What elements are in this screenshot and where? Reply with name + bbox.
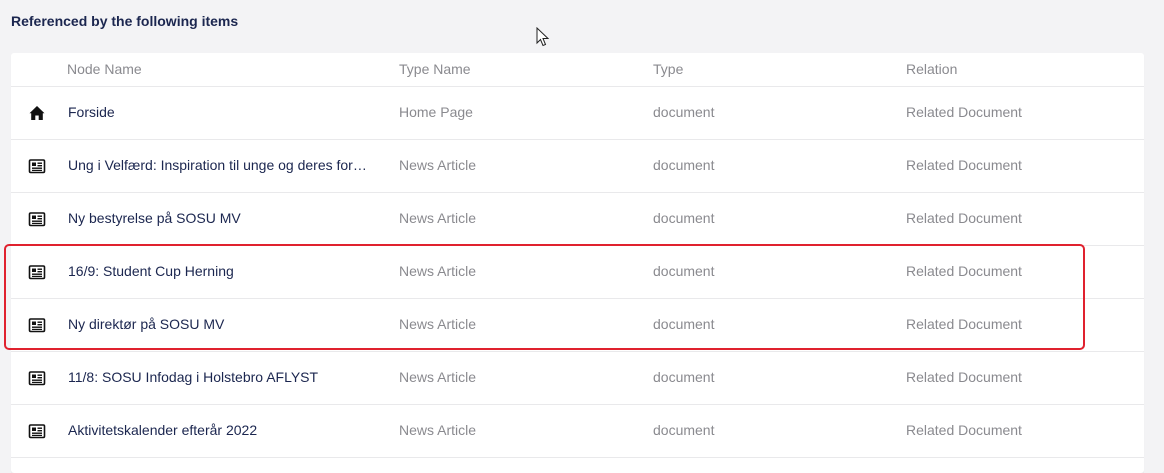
- type-name-cell: News Article: [399, 210, 477, 226]
- section-title: Referenced by the following items: [11, 13, 239, 29]
- node-name-cell[interactable]: Ny direktør på SOSU MV: [68, 316, 224, 332]
- type-name-cell: News Article: [399, 157, 477, 173]
- type-cell: document: [653, 157, 715, 173]
- references-table: Node Name Type Name Type Relation Forsid…: [11, 53, 1144, 473]
- column-header-node-name[interactable]: Node Name: [67, 61, 142, 77]
- table-row[interactable]: 16/9: Student Cup Herning News Article doc…: [11, 246, 1144, 299]
- table-row[interactable]: Ny direktør på SOSU MV News Article docume…: [11, 299, 1144, 352]
- node-name-cell[interactable]: 16/9: Student Cup Herning: [68, 263, 234, 279]
- type-name-cell: News Article: [399, 422, 477, 438]
- type-cell: document: [653, 316, 715, 332]
- mouse-cursor-icon: [536, 27, 550, 47]
- column-header-relation[interactable]: Relation: [906, 61, 957, 77]
- node-name-cell[interactable]: Forside: [68, 104, 115, 120]
- relation-cell: Related Document: [906, 369, 1022, 385]
- newspaper-icon: [28, 422, 46, 440]
- type-cell: document: [653, 263, 715, 279]
- table-header: Node Name Type Name Type Relation: [11, 53, 1144, 87]
- type-name-cell: News Article: [399, 263, 477, 279]
- column-header-type-name[interactable]: Type Name: [399, 61, 471, 77]
- table-row[interactable]: 11/8: SOSU Infodag i Holstebro AFLYST New…: [11, 352, 1144, 405]
- node-name-cell[interactable]: 11/8: SOSU Infodag i Holstebro AFLYST: [68, 369, 318, 385]
- type-cell: document: [653, 369, 715, 385]
- node-name-cell[interactable]: Ung i Velfærd: Inspiration til unge og d…: [68, 157, 367, 173]
- relation-cell: Related Document: [906, 210, 1022, 226]
- table-row[interactable]: Ung i Velfærd: Inspiration til unge og d…: [11, 140, 1144, 193]
- column-header-type[interactable]: Type: [653, 61, 683, 77]
- newspaper-icon: [28, 263, 46, 281]
- type-name-cell: News Article: [399, 316, 477, 332]
- type-name-cell: News Article: [399, 369, 477, 385]
- relation-cell: Related Document: [906, 422, 1022, 438]
- table-row[interactable]: Aktivitetskalender efterår 2022 News Arti…: [11, 405, 1144, 458]
- table-row[interactable]: Forside Home Page document Related Document: [11, 87, 1144, 140]
- type-cell: document: [653, 422, 715, 438]
- type-cell: document: [653, 104, 715, 120]
- table-row[interactable]: Ny bestyrelse på SOSU MV News Article docu…: [11, 193, 1144, 246]
- newspaper-icon: [28, 316, 46, 334]
- relation-cell: Related Document: [906, 104, 1022, 120]
- type-name-cell: Home Page: [399, 104, 473, 120]
- node-name-cell[interactable]: Ny bestyrelse på SOSU MV: [68, 210, 241, 226]
- home-icon: [28, 104, 46, 122]
- relation-cell: Related Document: [906, 316, 1022, 332]
- newspaper-icon: [28, 210, 46, 228]
- relation-cell: Related Document: [906, 157, 1022, 173]
- relation-cell: Related Document: [906, 263, 1022, 279]
- type-cell: document: [653, 210, 715, 226]
- newspaper-icon: [28, 157, 46, 175]
- node-name-cell[interactable]: Aktivitetskalender efterår 2022: [68, 422, 257, 438]
- newspaper-icon: [28, 369, 46, 387]
